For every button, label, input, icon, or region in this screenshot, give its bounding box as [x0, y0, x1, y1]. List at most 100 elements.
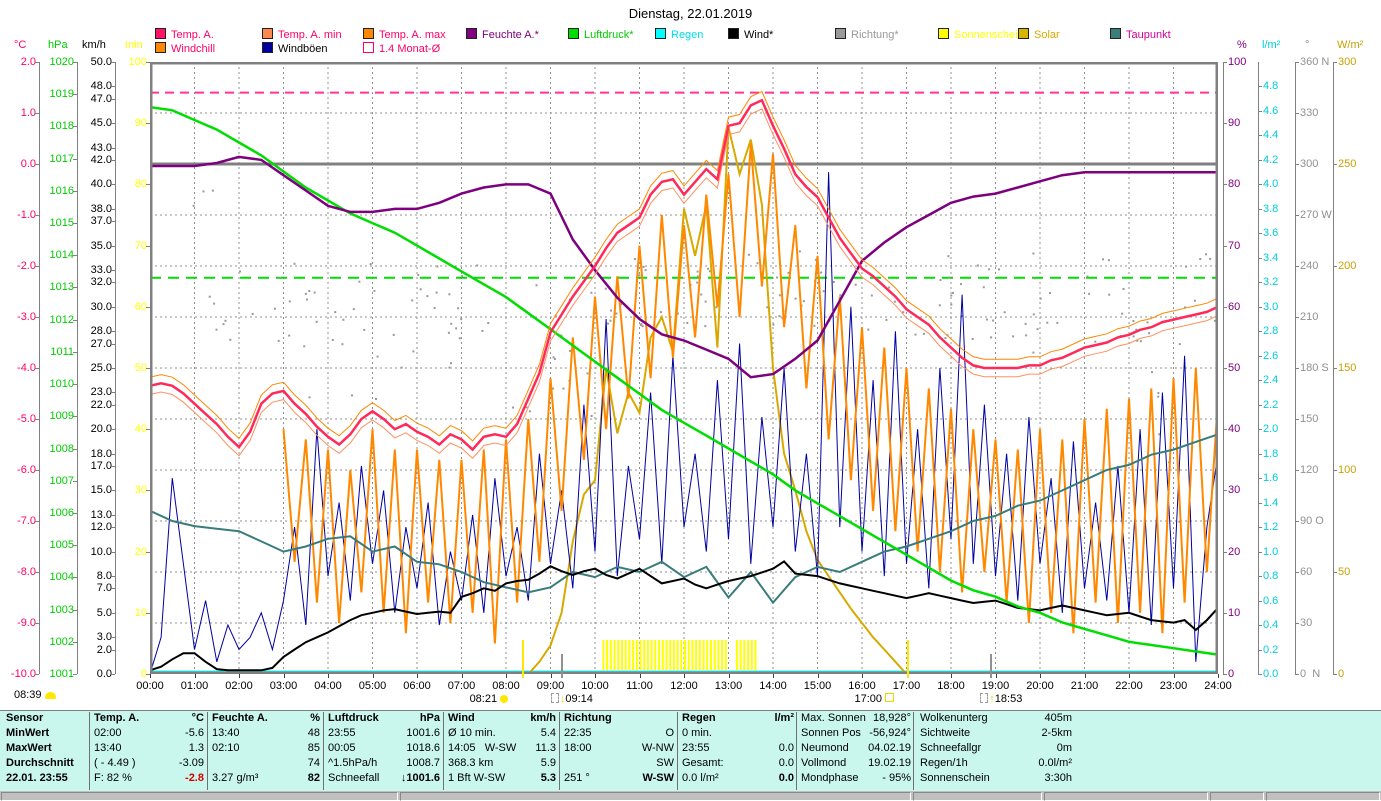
- cell-label: Schneefallgr: [920, 742, 982, 754]
- cell-value: -56,924°: [869, 727, 911, 739]
- axis-tick-label-pressure: 1015: [49, 217, 74, 230]
- sunshine-bar: [754, 640, 757, 670]
- legend-item-luftdruck-: Luftdruck*: [568, 28, 634, 41]
- axis-tick-mark: [1295, 623, 1299, 624]
- axis-tick-label-temp: -10.0: [10, 668, 36, 680]
- axis-tick-label-rain: 2.6: [1263, 349, 1279, 362]
- axis-tick-mark: [111, 392, 115, 394]
- cell-value: 3:30h: [1044, 772, 1072, 784]
- sunshine-bar: [717, 640, 720, 670]
- axis-tick-label-solar: 0: [1338, 668, 1345, 680]
- axis-tick-label-sunshine: 70: [134, 239, 147, 252]
- wind-direction-dot: [950, 303, 953, 306]
- legend-item-wind-: Wind*: [728, 28, 773, 41]
- sunshine-bar: [643, 640, 646, 670]
- wind-direction-dot: [535, 284, 538, 287]
- axis-tick-label-humidity: 10: [1228, 606, 1241, 619]
- wind-direction-dot: [772, 323, 775, 326]
- cell-value: 5.3: [540, 772, 556, 784]
- axis-tick-label-humidity: 30: [1228, 484, 1241, 497]
- x-axis-tick-mark: [595, 674, 596, 678]
- wind-direction-dot: [707, 267, 710, 270]
- wind-direction-dot: [450, 362, 452, 365]
- axis-tick-mark: [73, 416, 77, 418]
- x-axis-tick-label: 02:00: [225, 680, 253, 692]
- axis-tick-label-pressure: 1004: [49, 571, 74, 584]
- sunshine-bar: [639, 640, 642, 670]
- axis-tick-label-windspeed: 40.0: [90, 178, 112, 191]
- sunshine-bar: [687, 640, 690, 670]
- table-column-feuchte-a-: Feuchte A.% 13:40 48 02:10 85 74 3.27 g/m³ 82: [212, 711, 320, 791]
- wind-direction-dot: [659, 311, 662, 314]
- axis-tick-label-temp: -9.0: [17, 617, 36, 629]
- axis-tick-mark: [1258, 551, 1262, 553]
- chart-plot-area[interactable]: [149, 61, 1220, 679]
- legend-item-regen: Regen: [655, 28, 703, 41]
- wind-direction-dot: [288, 334, 291, 337]
- wind-direction-dot: [950, 294, 953, 297]
- wind-direction-dot: [947, 255, 950, 258]
- axis-unit-solar: W/m²: [1337, 39, 1364, 51]
- wind-direction-dot: [704, 325, 707, 328]
- axis-tick-label-windspeed: 30.0: [90, 300, 112, 313]
- sunshine-bar: [672, 640, 675, 670]
- x-axis-tick-label: 21:00: [1070, 680, 1099, 692]
- wind-direction-dot: [569, 349, 571, 352]
- sunset-sun-icon: [885, 693, 895, 702]
- sunshine-bar: [680, 640, 683, 670]
- table-column-extra: Wolkenunterg 405m Sichtweite 2-5km Schneefal…: [920, 711, 1072, 791]
- cell-value: 405m: [1044, 712, 1072, 724]
- x-axis-tick-label: 14:00: [759, 680, 787, 692]
- axis-tick-label-humidity: 20: [1228, 545, 1241, 558]
- table-cell-row: Sonnen Pos -56,924°: [801, 726, 911, 741]
- sunshine-bar: [684, 640, 686, 670]
- axis-tick-label-sunshine: 30: [134, 484, 147, 497]
- wind-direction-dot: [696, 270, 699, 273]
- axis-tick-mark: [1258, 86, 1262, 88]
- axis-tick-mark: [1295, 521, 1299, 522]
- axis-tick-label-rain: 4.6: [1263, 104, 1279, 117]
- table-cell-row: Ø 10 min. 5.4: [448, 726, 556, 741]
- axis-tick-mark: [111, 221, 115, 223]
- cell-label: Sonnenschein: [920, 772, 990, 784]
- axis-tick-mark: [1258, 502, 1262, 504]
- axis-tick-mark: [35, 623, 39, 624]
- x-axis-tick-mark: [1040, 674, 1041, 678]
- cell-label: ( - 4.49 ): [94, 757, 136, 769]
- table-cell-row: F: 82 % -2.8: [94, 771, 204, 786]
- table-row-label: 22.01. 23:55: [6, 772, 68, 784]
- legend-swatch-icon: [835, 28, 846, 39]
- axis-tick-label-rain: 1.0: [1263, 545, 1279, 558]
- sunshine-bar: [632, 640, 635, 670]
- wind-direction-dot: [369, 263, 372, 266]
- sunrise-time: 08:21: [469, 693, 498, 705]
- axis-tick-label-windspeed: 28.0: [90, 325, 112, 338]
- axis-tick-label-temp: 1.0: [20, 107, 36, 119]
- cell-value: 19.02.19: [868, 757, 911, 769]
- legend-item-feuchte-a-: Feuchte A.*: [466, 28, 539, 41]
- cell-label: Ø 10 min.: [448, 727, 496, 739]
- wind-direction-dot: [358, 280, 361, 283]
- x-axis-tick-mark: [239, 674, 240, 678]
- axis-unit-rain: l/m²: [1262, 39, 1281, 51]
- wind-direction-dot: [1148, 332, 1150, 335]
- axis-tick-mark: [1258, 159, 1262, 161]
- weather-chart-svg: [149, 61, 1220, 675]
- wind-direction-dot: [1032, 252, 1035, 255]
- axis-tick-label-windspeed: 13.0: [90, 508, 112, 521]
- axis-tick-mark: [1223, 490, 1227, 492]
- axis-tick-label-solar: 300: [1338, 56, 1357, 68]
- wind-direction-dot: [813, 324, 816, 327]
- wind-direction-dot: [412, 350, 415, 353]
- axis-tick-label-windspeed: 38.0: [90, 202, 112, 215]
- wind-direction-dot: [481, 329, 484, 332]
- status-bar: [0, 791, 1381, 801]
- cell-value: - 95%: [882, 772, 911, 784]
- wind-direction-dot: [998, 268, 1000, 271]
- axis-tick-label-rain: 2.0: [1263, 423, 1279, 436]
- legend-item-sonnenschein: Sonnenschein: [938, 28, 1024, 41]
- x-axis-tick-label: 07:00: [447, 680, 476, 692]
- table-cell-row: 18:00 W-NW: [564, 741, 674, 756]
- wind-direction-dot: [457, 307, 460, 310]
- wind-direction-dot: [854, 283, 857, 286]
